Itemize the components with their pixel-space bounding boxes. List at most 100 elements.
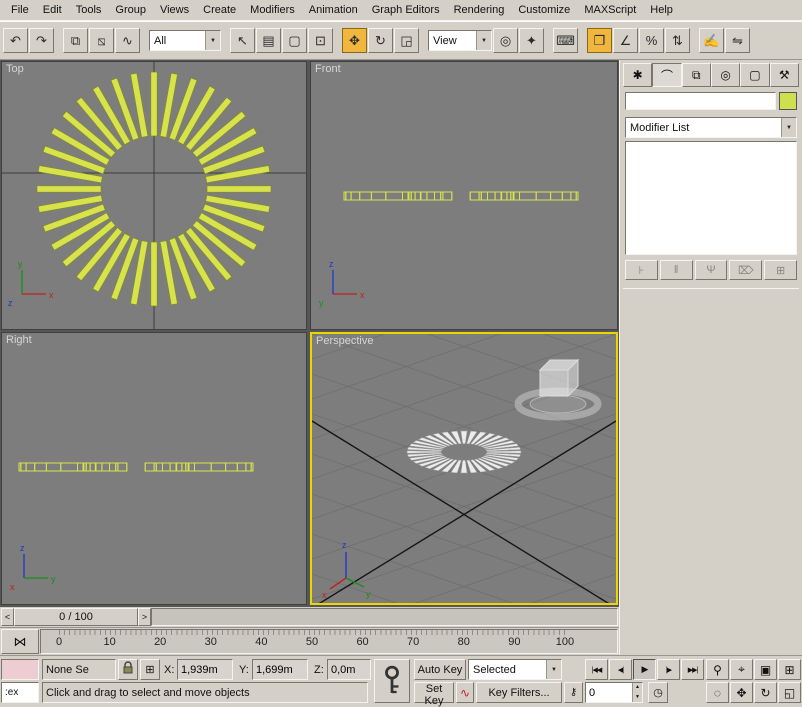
zoom-all-button[interactable]: ⌖ <box>730 659 753 680</box>
selection-filter-dropdown[interactable]: All ▼ <box>149 30 221 51</box>
track-bar-ruler[interactable]: 0102030405060708090100 <box>40 629 618 654</box>
default-tangent-button[interactable]: ∿ <box>456 682 474 703</box>
bind-to-space-warp-button[interactable]: ∿ <box>115 28 140 53</box>
menu-item[interactable]: Modifiers <box>243 1 302 20</box>
reference-coordinate-dropdown[interactable]: View ▼ <box>428 30 492 51</box>
svg-text:z: z <box>329 259 334 269</box>
select-object-button[interactable]: ↖ <box>230 28 255 53</box>
play-button[interactable]: ▶ <box>633 659 656 680</box>
time-slider-handle[interactable]: 0 / 100 <box>14 608 138 626</box>
menu-item[interactable]: Help <box>643 1 680 20</box>
go-to-end-button[interactable]: ▶▶| <box>681 659 704 680</box>
arc-rotate-button[interactable]: ↻ <box>754 682 777 703</box>
zoom-button[interactable]: ⚲ <box>706 659 729 680</box>
viewport-right-label[interactable]: Right <box>6 334 32 346</box>
snaps-toggle-button[interactable]: ❐ <box>587 28 612 53</box>
toolbar-separator <box>691 28 698 53</box>
configure-modifier-sets-button[interactable]: ⊞ <box>764 260 797 280</box>
remove-modifier-button[interactable]: ⌦ <box>729 260 762 280</box>
min-max-toggle-icon: ◱ <box>784 686 795 700</box>
modifier-stack-list[interactable] <box>625 141 797 255</box>
menu-item[interactable]: Rendering <box>447 1 512 20</box>
pin-stack-button[interactable]: ⊦ <box>625 260 658 280</box>
menu-item[interactable]: File <box>4 1 36 20</box>
redo-button[interactable]: ↷ <box>29 28 54 53</box>
absolute-offset-toggle-button[interactable]: ⊞ <box>140 659 160 680</box>
undo-button[interactable]: ↶ <box>3 28 28 53</box>
chevron-down-icon: ▼ <box>476 31 491 50</box>
mini-curve-editor-button[interactable]: ⋈ <box>1 629 39 654</box>
viewport-perspective-label[interactable]: Perspective <box>316 335 373 347</box>
menu-item[interactable]: Graph Editors <box>365 1 447 20</box>
tab-motion[interactable]: ◎ <box>711 63 740 87</box>
key-filters-button[interactable]: Key Filters... <box>476 682 562 703</box>
go-to-start-button[interactable]: |◀◀ <box>585 659 608 680</box>
object-color-swatch[interactable] <box>779 92 797 110</box>
window-crossing-button[interactable]: ⊡ <box>308 28 333 53</box>
viewport-front-label[interactable]: Front <box>315 63 341 75</box>
menu-item[interactable]: Edit <box>36 1 69 20</box>
auto-key-button[interactable]: Auto Key <box>414 659 466 680</box>
menu-item[interactable]: Create <box>196 1 243 20</box>
select-and-rotate-button[interactable]: ↻ <box>368 28 393 53</box>
viewport-top-label[interactable]: Top <box>6 63 24 75</box>
time-step-forward-button[interactable]: > <box>138 608 151 626</box>
percent-snap-button[interactable]: % <box>639 28 664 53</box>
tab-display[interactable]: ▢ <box>740 63 769 87</box>
select-and-move-button[interactable]: ✥ <box>342 28 367 53</box>
show-end-result-button[interactable]: ‖ <box>660 260 693 280</box>
select-and-manipulate-button[interactable]: ✦ <box>519 28 544 53</box>
x-coordinate-input[interactable] <box>177 659 233 680</box>
viewport-top[interactable]: yxz Top <box>1 61 307 330</box>
set-key-button[interactable]: Set Key <box>414 682 454 703</box>
menu-item[interactable]: Tools <box>69 1 109 20</box>
viewport-perspective[interactable]: zxy Perspective <box>310 332 618 605</box>
object-name-input[interactable] <box>625 92 776 110</box>
set-keys-button[interactable] <box>374 659 410 703</box>
next-frame-button[interactable]: |▶ <box>657 659 680 680</box>
unlink-selection-button[interactable]: ⧅ <box>89 28 114 53</box>
zoom-extents-button[interactable]: ▣ <box>754 659 777 680</box>
selection-lock-button[interactable] <box>118 659 138 680</box>
pan-button[interactable]: ✥ <box>730 682 753 703</box>
time-slider-track[interactable] <box>151 608 618 626</box>
viewport-right[interactable]: zyx Right <box>1 332 307 605</box>
maxscript-mini-listener[interactable]: :ex <box>1 682 39 703</box>
spinner-snap-button[interactable]: ⇅ <box>665 28 690 53</box>
select-and-scale-button[interactable]: ◲ <box>394 28 419 53</box>
key-mode-dropdown[interactable]: Selected ▼ <box>468 659 562 680</box>
tab-modify[interactable]: ⌒ <box>652 63 681 87</box>
min-max-toggle-button[interactable]: ◱ <box>778 682 801 703</box>
named-selection-sets-button[interactable]: ✍ <box>699 28 724 53</box>
frame-number-input[interactable] <box>586 683 632 702</box>
use-pivot-center-button[interactable]: ◎ <box>493 28 518 53</box>
frame-number-field[interactable]: ▲▼ <box>585 682 643 703</box>
viewport-front[interactable]: zxy Front <box>310 61 618 330</box>
menu-item[interactable]: Customize <box>511 1 577 20</box>
region-zoom-button[interactable]: ◌ <box>706 682 729 703</box>
modifier-list-dropdown[interactable]: Modifier List ▼ <box>625 117 797 138</box>
select-and-link-button[interactable]: ⧉ <box>63 28 88 53</box>
macro-recorder-pane[interactable] <box>1 659 39 680</box>
angle-snap-button[interactable]: ∠ <box>613 28 638 53</box>
mirror-button[interactable]: ⇋ <box>725 28 750 53</box>
z-coordinate-input[interactable] <box>327 659 371 680</box>
menu-item[interactable]: MAXScript <box>577 1 643 20</box>
time-step-back-button[interactable]: < <box>1 608 14 626</box>
tab-create[interactable]: ✱ <box>623 63 652 87</box>
tab-utilities[interactable]: ⚒ <box>770 63 799 87</box>
menu-item[interactable]: Group <box>108 1 153 20</box>
select-by-name-button[interactable]: ▤ <box>256 28 281 53</box>
make-unique-button[interactable]: Ψ <box>695 260 728 280</box>
frame-spinner[interactable]: ▲▼ <box>632 683 642 702</box>
tab-hierarchy[interactable]: ⧉ <box>682 63 711 87</box>
y-coordinate-input[interactable] <box>252 659 308 680</box>
menu-item[interactable]: Views <box>153 1 196 20</box>
keyboard-override-button[interactable]: ⌨ <box>553 28 578 53</box>
menu-item[interactable]: Animation <box>302 1 365 20</box>
key-mode-toggle-button[interactable]: ⚷ <box>564 682 583 703</box>
time-configuration-button[interactable]: ◷ <box>648 682 668 703</box>
zoom-extents-all-button[interactable]: ⊞ <box>778 659 801 680</box>
rectangular-selection-button[interactable]: ▢ <box>282 28 307 53</box>
previous-frame-button[interactable]: ◀| <box>609 659 632 680</box>
